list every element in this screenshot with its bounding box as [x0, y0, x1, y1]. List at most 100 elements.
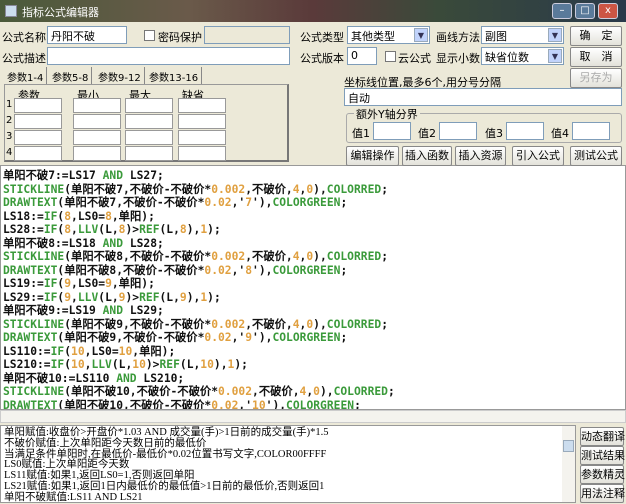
- code-line: 单阳不破8:=LS18 AND LS28;: [3, 237, 623, 251]
- code-token: ),: [213, 358, 228, 371]
- coord-line-input[interactable]: 自动: [344, 88, 622, 106]
- param-cell[interactable]: [178, 114, 226, 129]
- code-editor[interactable]: 单阳不破7:=LS17 AND LS27; STICKLINE(单阳不破7,不破价…: [0, 165, 626, 410]
- code-line: LS110:=IF(10,LS0=10,单阳);: [3, 345, 623, 359]
- code-token: ;: [340, 196, 348, 209]
- code-token: 0.02: [211, 398, 239, 410]
- formula-desc-input[interactable]: [47, 47, 290, 65]
- formula-version-label: 公式版本: [300, 52, 344, 65]
- code-token: ,LS0=: [71, 209, 106, 223]
- param-cell[interactable]: [73, 130, 121, 145]
- y-axis-group-label: 额外Y轴分界: [354, 106, 420, 122]
- param-cell[interactable]: [14, 98, 62, 113]
- param-cell[interactable]: [178, 98, 226, 113]
- y-value-input[interactable]: [572, 122, 610, 140]
- code-token: (单阳不破9,不破价-不破价*: [57, 331, 205, 344]
- code-token: 8: [179, 223, 187, 236]
- decimal-select[interactable]: 缺省位数 ▼: [481, 47, 564, 65]
- code-token: LS28:=: [3, 223, 44, 236]
- help-scrollbar[interactable]: [562, 426, 575, 502]
- param-cell[interactable]: [14, 130, 62, 145]
- formula-name-input[interactable]: 丹阳不破: [47, 26, 127, 44]
- formula-version-input[interactable]: 0: [347, 47, 377, 65]
- tab-params-5-8[interactable]: 参数5-8: [49, 67, 93, 85]
- code-token: 单阳不破9:=LS19: [3, 304, 103, 317]
- code-token: REF: [139, 290, 160, 304]
- code-token: LLV: [91, 358, 112, 371]
- param-cell[interactable]: [125, 130, 173, 145]
- help-button[interactable]: 动态翻译: [580, 427, 625, 446]
- code-token: LS27;: [123, 169, 164, 182]
- password-input[interactable]: [204, 26, 290, 44]
- param-cell[interactable]: [73, 146, 121, 161]
- param-cell[interactable]: [125, 146, 173, 161]
- horizontal-scrollbar[interactable]: [0, 410, 626, 423]
- ok-button[interactable]: 确 定: [570, 26, 622, 46]
- close-button[interactable]: x: [598, 3, 618, 19]
- tab-params-1-4[interactable]: 参数1-4: [4, 67, 48, 85]
- code-token: ,单阳);: [132, 344, 176, 358]
- param-cell[interactable]: [14, 146, 62, 161]
- code-token: ),: [319, 385, 334, 398]
- code-token: AND: [102, 169, 124, 182]
- draw-method-label: 画线方法: [436, 31, 480, 44]
- formula-type-value: 其他类型: [351, 30, 395, 43]
- param-cell[interactable]: [178, 130, 226, 145]
- action-button[interactable]: 插入资源: [455, 146, 506, 166]
- code-token: IF: [43, 290, 58, 304]
- param-cell[interactable]: [125, 114, 173, 129]
- code-token: STICKLINE: [3, 250, 65, 263]
- code-token: 0.002: [218, 385, 253, 398]
- param-cell[interactable]: [14, 114, 62, 129]
- password-checkbox[interactable]: [144, 30, 155, 41]
- code-token: (单阳不破10,不破价-不破价*: [57, 398, 212, 410]
- code-token: DRAWTEXT: [3, 196, 58, 209]
- action-button[interactable]: 编辑操作: [346, 146, 399, 166]
- code-token: COLORRED: [326, 317, 382, 331]
- code-token: ;: [381, 250, 388, 263]
- action-button[interactable]: 测试公式: [570, 146, 622, 166]
- help-button[interactable]: 参数精灵: [580, 465, 625, 484]
- code-token: LLV: [77, 290, 99, 304]
- window-title: 指标公式编辑器: [22, 6, 99, 19]
- param-cell[interactable]: [178, 146, 226, 161]
- code-token: LS28;: [123, 236, 164, 250]
- param-cell[interactable]: [125, 98, 173, 113]
- param-cell[interactable]: [73, 98, 121, 113]
- title-bar: 指标公式编辑器 – □ x: [0, 0, 626, 22]
- code-line: 单阳不破7:=LS17 AND LS27;: [3, 169, 623, 183]
- code-token: LS29;: [123, 304, 164, 317]
- cancel-button[interactable]: 取 消: [570, 47, 622, 67]
- code-line: DRAWTEXT(单阳不破7,不破价-不破价*0.02,'7'),COLORGR…: [3, 196, 623, 210]
- y-value-input[interactable]: [439, 122, 477, 140]
- y-value-input[interactable]: [373, 122, 411, 140]
- action-button[interactable]: 插入函数: [402, 146, 452, 166]
- cloud-formula-checkbox[interactable]: [385, 51, 396, 62]
- help-button[interactable]: 测试结果: [580, 446, 625, 465]
- tab-params-9-12[interactable]: 参数9-12: [95, 67, 145, 85]
- code-token: (L,: [111, 358, 133, 371]
- code-token: IF: [43, 223, 58, 236]
- code-token: COLORRED: [333, 385, 388, 398]
- code-token: (单阳不破9,不破价-不破价*: [64, 317, 212, 331]
- draw-method-select[interactable]: 副图 ▼: [481, 26, 564, 44]
- code-token: )>: [145, 358, 160, 371]
- help-button[interactable]: 用法注释: [580, 484, 625, 503]
- code-token: 10: [132, 358, 146, 371]
- code-token: STICKLINE: [3, 182, 65, 196]
- tab-params-13-16[interactable]: 参数13-16: [146, 67, 203, 85]
- code-token: IF: [43, 209, 58, 223]
- code-token: 10: [71, 344, 85, 358]
- minimize-button[interactable]: –: [552, 3, 572, 19]
- formula-type-select[interactable]: 其他类型 ▼: [347, 26, 430, 44]
- maximize-button[interactable]: □: [575, 3, 595, 19]
- save-as-button[interactable]: 另存为: [570, 68, 622, 88]
- param-cell[interactable]: [73, 114, 121, 129]
- code-token: ,不破价,: [245, 182, 293, 196]
- y-value-input[interactable]: [506, 122, 544, 140]
- action-button[interactable]: 引入公式: [512, 146, 564, 166]
- code-token: (单阳不破8,不破价-不破价*: [64, 250, 212, 263]
- code-token: 10: [71, 358, 85, 371]
- code-token: LS18:=: [3, 209, 44, 223]
- code-token: 9: [179, 290, 187, 304]
